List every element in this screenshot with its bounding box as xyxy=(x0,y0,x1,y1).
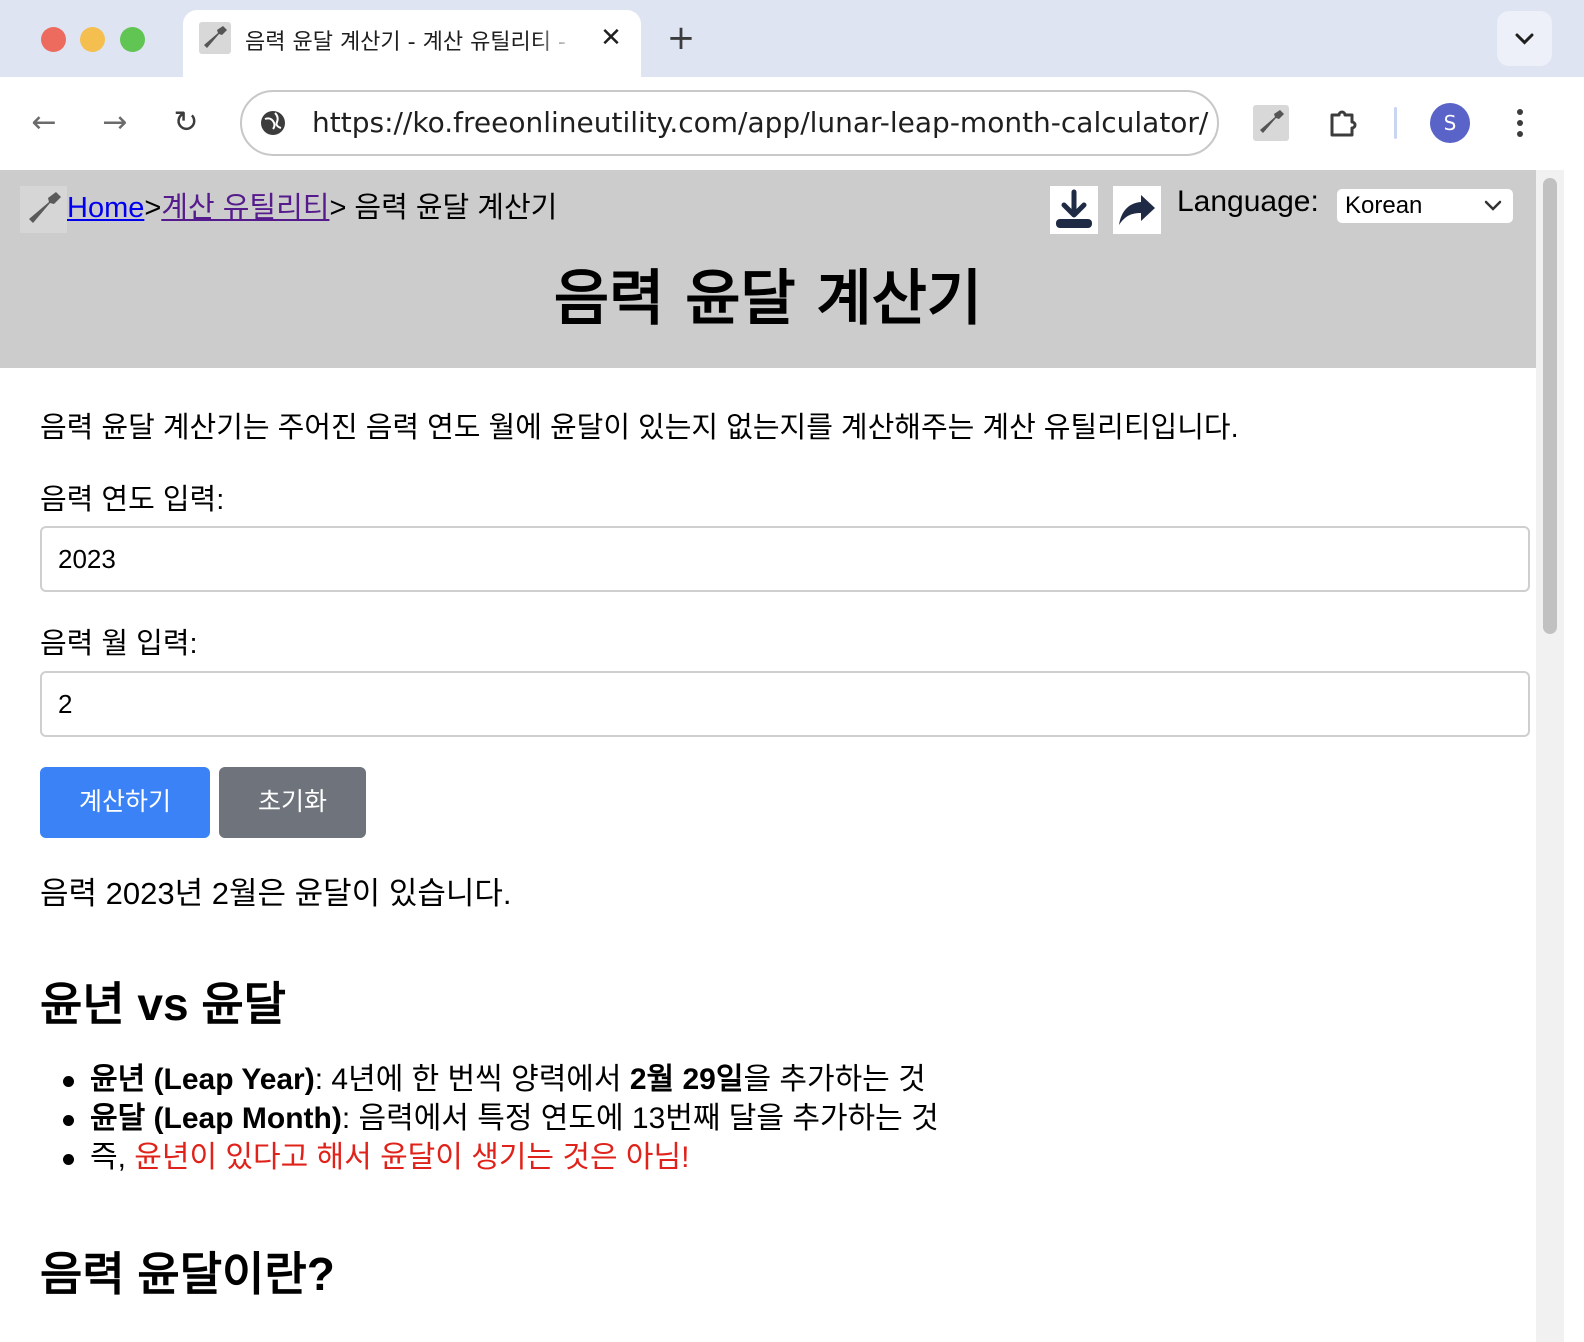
download-icon[interactable] xyxy=(1050,186,1098,234)
breadcrumb: Home>계산 유틸리티> 음력 윤달 계산기 xyxy=(67,184,557,226)
reload-button[interactable]: ↻ xyxy=(166,103,206,143)
globe-icon[interactable] xyxy=(259,109,287,137)
list-item-text: : 4년에 한 번씩 양력에서 xyxy=(314,1063,630,1096)
new-tab-button[interactable]: + xyxy=(662,20,700,58)
language-select[interactable]: Korean xyxy=(1337,189,1513,223)
month-label: 음력 월 입력: xyxy=(40,628,198,660)
extension-wrench-icon[interactable] xyxy=(1253,105,1289,141)
tab-search-button[interactable] xyxy=(1497,11,1552,66)
list-item-text: 즉, xyxy=(90,1141,135,1174)
window-minimize-button[interactable] xyxy=(80,27,105,52)
month-input[interactable]: 2 xyxy=(40,671,1530,737)
profile-avatar[interactable]: S xyxy=(1430,103,1470,143)
share-arrow-icon[interactable] xyxy=(1113,186,1161,234)
page-scrollbar[interactable] xyxy=(1536,170,1564,1342)
kebab-menu-icon[interactable] xyxy=(1503,101,1537,145)
warning-text: 윤년이 있다고 해서 윤달이 생기는 것은 아님! xyxy=(134,1141,690,1174)
breadcrumb-category-link[interactable]: 계산 유틸리티 xyxy=(161,192,329,224)
list-item-term: 윤년 (Leap Year) xyxy=(90,1063,315,1096)
url-text: https://ko.freeonlineutility.com/app/lun… xyxy=(312,106,1209,139)
list-item: 윤년 (Leap Year): 4년에 한 번씩 양력에서 2월 29일을 추가… xyxy=(63,1060,939,1099)
scrollbar-thumb[interactable] xyxy=(1543,178,1557,634)
toolbar-divider xyxy=(1394,107,1397,139)
tab-close-icon[interactable]: ✕ xyxy=(595,22,627,54)
address-bar[interactable]: https://ko.freeonlineutility.com/app/lun… xyxy=(240,90,1219,156)
breadcrumb-separator: > xyxy=(329,192,347,224)
intro-text: 음력 윤달 계산기는 주어진 음력 연도 월에 윤달이 있는지 없는지를 계산해… xyxy=(40,412,1239,444)
window-close-button[interactable] xyxy=(41,27,66,52)
chevron-down-icon xyxy=(1483,189,1503,234)
year-input[interactable]: 2023 xyxy=(40,526,1530,592)
browser-tab-active[interactable]: 음력 윤달 계산기 - 계산 유틸리티 - FreeOnlineUtility … xyxy=(183,10,641,77)
result-text: 음력 2023년 2월은 윤달이 있습니다. xyxy=(40,876,512,911)
site-header: Home>계산 유틸리티> 음력 윤달 계산기 Language: Korean… xyxy=(0,170,1536,368)
language-label: Language: xyxy=(1177,185,1319,218)
comparison-list: 윤년 (Leap Year): 4년에 한 번씩 양력에서 2월 29일을 추가… xyxy=(63,1060,939,1177)
site-logo-wrench-icon[interactable] xyxy=(20,186,67,233)
wrench-icon xyxy=(199,22,231,54)
list-item-text: : 음력에서 특정 연도에 13번째 달을 추가하는 것 xyxy=(341,1102,939,1135)
list-item: 윤달 (Leap Month): 음력에서 특정 연도에 13번째 달을 추가하… xyxy=(63,1099,939,1138)
window-edge xyxy=(1564,170,1584,1342)
breadcrumb-separator: > xyxy=(144,192,162,224)
chevron-down-icon xyxy=(1515,33,1534,45)
breadcrumb-current: 음력 윤달 계산기 xyxy=(346,192,558,224)
tab-title: 음력 윤달 계산기 - 계산 유틸리티 - FreeOnlineUtility xyxy=(245,30,575,55)
reset-button[interactable]: 초기화 xyxy=(219,767,366,838)
section-heading-what-is-leap-month: 음력 윤달이란? xyxy=(40,1248,335,1300)
breadcrumb-home-link[interactable]: Home xyxy=(67,192,144,224)
page-title: 음력 윤달 계산기 xyxy=(553,264,983,334)
list-item-term: 윤달 (Leap Month) xyxy=(90,1102,342,1135)
back-button[interactable]: ← xyxy=(24,103,64,143)
year-label: 음력 연도 입력: xyxy=(40,484,225,516)
window-maximize-button[interactable] xyxy=(120,27,145,52)
browser-tab-strip: 음력 윤달 계산기 - 계산 유틸리티 - FreeOnlineUtility … xyxy=(0,0,1584,77)
list-item: 즉, 윤년이 있다고 해서 윤달이 생기는 것은 아님! xyxy=(63,1138,939,1177)
forward-button[interactable]: → xyxy=(95,103,135,143)
list-item-emphasis: 2월 29일 xyxy=(629,1063,744,1096)
language-selected-value: Korean xyxy=(1345,192,1423,219)
calculate-button[interactable]: 계산하기 xyxy=(40,767,210,838)
list-item-text: 을 추가하는 것 xyxy=(743,1063,926,1096)
browser-toolbar: ← → ↻ https://ko.freeonlineutility.com/a… xyxy=(0,77,1584,170)
section-heading-leap-year-vs-leap-month: 윤년 vs 윤달 xyxy=(40,978,287,1030)
page-viewport: Home>계산 유틸리티> 음력 윤달 계산기 Language: Korean… xyxy=(0,170,1536,1342)
puzzle-icon[interactable] xyxy=(1326,105,1362,141)
